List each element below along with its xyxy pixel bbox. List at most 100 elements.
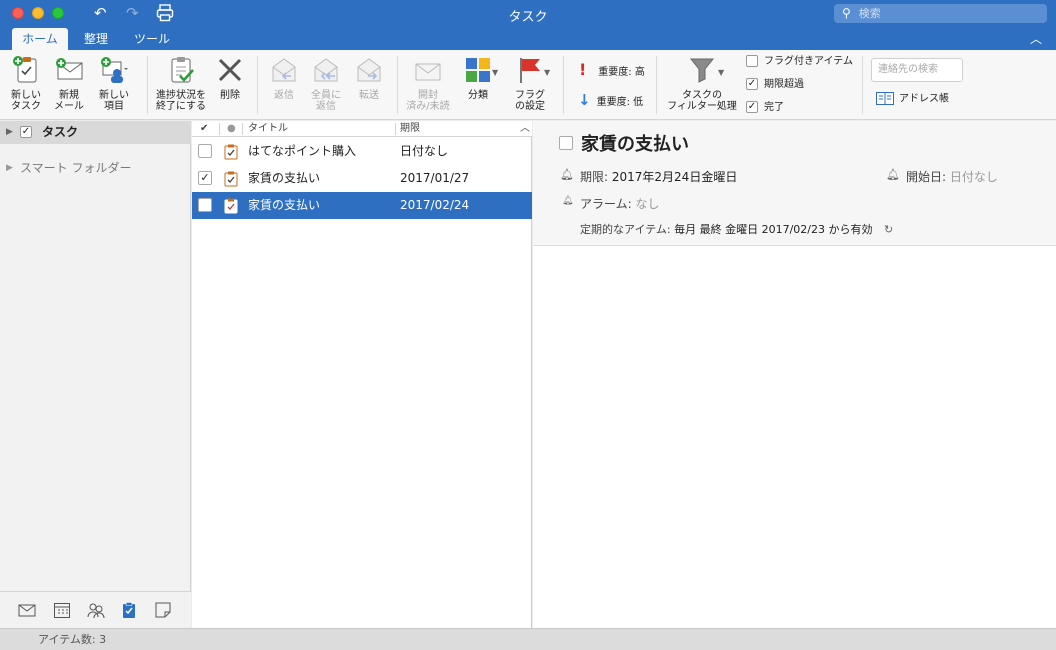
importance-high-label: 重要度: 高 bbox=[598, 67, 645, 78]
new-task-icon bbox=[13, 56, 37, 83]
forward-button[interactable]: 転送 bbox=[349, 54, 389, 101]
address-book-icon bbox=[876, 92, 894, 105]
filter-complete-checkbox[interactable]: ✓ 完了 bbox=[746, 101, 784, 115]
module-switcher bbox=[0, 591, 191, 628]
item-count: アイテム数: 3 bbox=[38, 633, 107, 646]
disclosure-triangle-icon[interactable]: ▶ bbox=[6, 157, 13, 179]
folder-pane: ▶ ✓ タスク ▶ スマート フォルダー bbox=[0, 121, 191, 628]
folder-tasks-label: タスク bbox=[42, 125, 79, 139]
importance-high-button[interactable]: ! 重要度: 高 bbox=[579, 60, 645, 80]
search-input[interactable]: ⚲ 検索 bbox=[834, 4, 1047, 23]
calendar-icon[interactable] bbox=[53, 601, 71, 619]
alarm-value: なし bbox=[635, 197, 660, 211]
exclamation-icon: ! bbox=[579, 60, 587, 79]
task-complete-checkbox[interactable]: ✓ bbox=[198, 171, 212, 185]
ribbon: 新しい タスク 新規 メール 新しい 項目 進捗状況を 終了にする 削除 返信 … bbox=[0, 50, 1056, 120]
task-due: 2017/02/24 bbox=[400, 198, 470, 212]
tasks-icon[interactable] bbox=[120, 601, 138, 619]
task-row-selected[interactable]: 家賃の支払い 2017/02/24 bbox=[192, 192, 532, 219]
task-due: 日付なし bbox=[400, 144, 449, 158]
recurrence-label: 定期的なアイテム: bbox=[580, 223, 671, 236]
recurrence-field[interactable]: 定期的なアイテム: 毎月 最終 金曜日 2017/02/23 から有効 ↻ bbox=[580, 221, 893, 237]
new-task-label: 新しい タスク bbox=[11, 90, 41, 112]
due-label: 期限: bbox=[580, 170, 609, 184]
new-mail-button[interactable]: 新規 メール bbox=[50, 54, 88, 112]
contact-search-input[interactable]: 連絡先の検索 bbox=[871, 58, 963, 82]
complete-column-icon[interactable]: ✔ bbox=[200, 121, 208, 137]
alarm-icon: 🔔︎ bbox=[562, 196, 574, 206]
mail-icon[interactable] bbox=[18, 601, 36, 619]
due-column-header[interactable]: 期限 bbox=[400, 121, 420, 137]
flag-icon bbox=[520, 58, 540, 83]
filter-overdue-checkbox[interactable]: ✓ 期限超過 bbox=[746, 78, 804, 92]
new-item-button[interactable]: 新しい 項目 bbox=[92, 54, 136, 112]
set-flag-button[interactable]: フラグ の設定 bbox=[508, 54, 552, 112]
filter-tasks-label: タスクの フィルター処理 bbox=[667, 90, 737, 112]
task-detail-title[interactable]: 家賃の支払い bbox=[581, 130, 689, 156]
mark-complete-label: 進捗状況を 終了にする bbox=[155, 90, 207, 112]
task-icon bbox=[224, 144, 238, 160]
task-row[interactable]: ✓ 家賃の支払い 2017/01/27 bbox=[192, 165, 532, 192]
address-book-button[interactable]: アドレス帳 bbox=[876, 92, 949, 107]
importance-low-button[interactable]: ↓ 重要度: 低 bbox=[578, 93, 643, 110]
reply-all-label: 全員に 返信 bbox=[311, 90, 341, 112]
notes-icon[interactable] bbox=[154, 601, 172, 619]
task-title: はてなポイント購入 bbox=[248, 144, 357, 158]
tab-home[interactable]: ホーム bbox=[12, 28, 68, 50]
delete-label: 削除 bbox=[220, 90, 240, 101]
ribbon-divider bbox=[397, 56, 398, 114]
tab-organize[interactable]: 整理 bbox=[76, 28, 116, 50]
forward-icon bbox=[357, 58, 381, 82]
people-icon[interactable] bbox=[87, 601, 105, 619]
task-title: 家賃の支払い bbox=[248, 171, 321, 185]
alarm-field[interactable]: アラーム: なし bbox=[580, 195, 660, 212]
alarm-label: アラーム: bbox=[580, 197, 632, 211]
task-row[interactable]: はてなポイント購入 日付なし bbox=[192, 138, 532, 165]
mark-complete-button[interactable]: 進捗状況を 終了にする bbox=[152, 54, 210, 112]
filter-overdue-label: 期限超過 bbox=[764, 79, 804, 90]
task-detail-header: 家賃の支払い 🔔︎ 期限: 2017年2月24日金曜日 🔔︎ 開始日: 日付なし… bbox=[533, 121, 1056, 246]
filter-dropdown-icon[interactable]: ▼ bbox=[718, 68, 724, 77]
reply-all-button[interactable]: 全員に 返信 bbox=[306, 54, 346, 112]
forward-label: 転送 bbox=[359, 90, 379, 101]
categorize-dropdown-icon[interactable]: ▼ bbox=[492, 68, 498, 77]
bell-icon: 🔔︎ bbox=[560, 168, 574, 181]
categorize-label: 分類 bbox=[468, 90, 488, 101]
ribbon-divider bbox=[656, 56, 657, 114]
ribbon-tab-bar: ホーム 整理 ツール ︿ bbox=[0, 28, 1056, 50]
tab-tools[interactable]: ツール bbox=[128, 28, 176, 50]
due-date-field[interactable]: 期限: 2017年2月24日金曜日 bbox=[580, 168, 737, 185]
collapse-ribbon-icon[interactable]: ︿ bbox=[1030, 30, 1042, 47]
flag-dropdown-icon[interactable]: ▼ bbox=[544, 68, 550, 77]
filter-flagged-label: フラグ付きアイテム bbox=[764, 56, 853, 67]
reply-button[interactable]: 返信 bbox=[264, 54, 304, 101]
folder-smart-folders[interactable]: ▶ スマート フォルダー bbox=[0, 157, 191, 179]
disclosure-triangle-icon[interactable]: ▶ bbox=[6, 121, 13, 144]
importance-column-icon[interactable]: ● bbox=[227, 121, 236, 137]
new-task-button[interactable]: 新しい タスク bbox=[6, 54, 46, 112]
title-column-header[interactable]: タイトル bbox=[248, 121, 288, 137]
down-arrow-icon: ↓ bbox=[578, 91, 591, 109]
delete-icon bbox=[218, 58, 242, 82]
read-unread-icon bbox=[415, 63, 441, 81]
new-item-label: 新しい 項目 bbox=[99, 90, 129, 112]
filter-flagged-checkbox[interactable]: フラグ付きアイテム bbox=[746, 55, 853, 69]
new-mail-label: 新規 メール bbox=[54, 90, 84, 112]
delete-button[interactable]: 削除 bbox=[212, 54, 248, 101]
categorize-icon bbox=[466, 58, 490, 82]
recurrence-icon[interactable]: ↻ bbox=[884, 223, 893, 236]
task-due: 2017/01/27 bbox=[400, 171, 470, 185]
sort-ascending-icon[interactable]: ︿ bbox=[520, 121, 530, 137]
folder-tasks[interactable]: ▶ ✓ タスク bbox=[0, 121, 191, 144]
folder-tasks-checkbox[interactable]: ✓ bbox=[20, 126, 32, 138]
detail-complete-checkbox[interactable] bbox=[559, 136, 573, 150]
status-bar: アイテム数: 3 bbox=[0, 628, 1056, 650]
task-complete-checkbox[interactable] bbox=[198, 144, 212, 158]
categorize-button[interactable]: 分類 bbox=[456, 54, 500, 101]
filter-tasks-button[interactable]: タスクの フィルター処理 bbox=[664, 54, 740, 112]
task-complete-checkbox[interactable] bbox=[198, 198, 212, 212]
read-unread-button[interactable]: 開封 済み/未読 bbox=[404, 54, 452, 112]
task-icon bbox=[224, 171, 238, 187]
start-date-field[interactable]: 開始日: 日付なし bbox=[906, 168, 998, 185]
task-icon bbox=[224, 198, 238, 214]
